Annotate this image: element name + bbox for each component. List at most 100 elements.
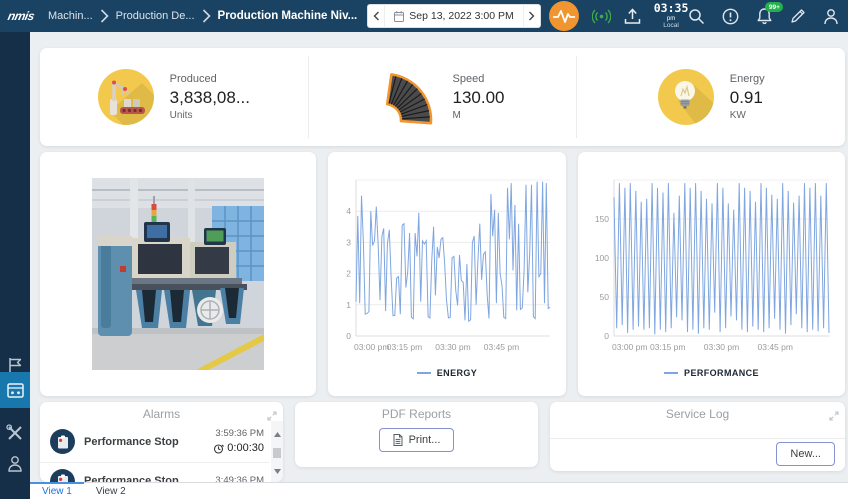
view-tab-bar: View 1 View 2 xyxy=(30,482,848,499)
alarm-time: 3:49:36 PM xyxy=(215,475,264,482)
user-icon[interactable] xyxy=(823,8,839,25)
scroll-up-icon[interactable] xyxy=(274,421,281,445)
sidebar-item-tools[interactable] xyxy=(0,420,30,446)
topbar-actions: 99+ xyxy=(688,7,848,25)
breadcrumb: Machin... Production De... Production Ma… xyxy=(48,9,357,23)
tab-view-1[interactable]: View 1 xyxy=(30,483,84,499)
date-text: Sep 13, 2022 3:00 PM xyxy=(409,10,514,22)
panel-title: Service Log xyxy=(550,402,845,421)
svg-text:0: 0 xyxy=(346,331,351,341)
gauge-icon xyxy=(381,68,437,126)
person-icon xyxy=(7,455,23,472)
alarm-duration: 0:00:30 xyxy=(227,441,264,456)
date-prev-button[interactable] xyxy=(367,4,384,28)
kpi-label: Energy xyxy=(730,73,765,85)
legend-label: ENERGY xyxy=(437,368,477,378)
svg-text:4: 4 xyxy=(346,206,351,216)
kpi-label: Produced xyxy=(170,73,250,85)
service-log-panel: Service Log New... xyxy=(550,402,845,471)
energy-chart-card: 0123403:00 pm03:15 pm03:30 pm03:45 pm EN… xyxy=(328,152,566,396)
alarms-scrollbar[interactable] xyxy=(271,421,283,482)
svg-text:03:45 pm: 03:45 pm xyxy=(758,342,793,352)
tab-view-2[interactable]: View 2 xyxy=(84,483,138,499)
robot-arm-icon xyxy=(98,69,154,125)
expand-icon[interactable] xyxy=(829,408,839,426)
alarms-panel: Alarms Performance Stop 3:59:36 PM 0:00:… xyxy=(40,402,283,482)
kpi-unit: Units xyxy=(170,110,250,121)
energy-chart: 0123403:00 pm03:15 pm03:30 pm03:45 pm xyxy=(336,172,558,364)
flag-icon xyxy=(7,357,23,374)
svg-text:03:30 pm: 03:30 pm xyxy=(435,342,470,352)
left-sidebar xyxy=(0,32,30,499)
performance-legend[interactable]: PERFORMANCE xyxy=(586,368,837,378)
kpi-value: 3,838,08... xyxy=(170,88,250,108)
svg-text:03:00 pm: 03:00 pm xyxy=(612,342,647,352)
divider xyxy=(550,438,845,439)
performance-chart: 05010015003:00 pm03:15 pm03:30 pm03:45 p… xyxy=(586,172,837,364)
breadcrumb-item-current[interactable]: Production Machine Niv... xyxy=(218,10,358,22)
alert-icon[interactable] xyxy=(722,8,739,25)
chevron-right-icon xyxy=(202,9,211,23)
alarm-clipboard-icon xyxy=(50,429,75,454)
print-button[interactable]: Print... xyxy=(379,428,455,452)
kpi-produced: Produced 3,838,08... Units xyxy=(40,48,308,146)
alarm-row[interactable]: Performance Stop 3:59:36 PM 0:00:30 xyxy=(40,422,270,463)
legend-label: PERFORMANCE xyxy=(684,368,759,378)
kpi-value: 0.91 xyxy=(730,88,765,108)
svg-text:03:15 pm: 03:15 pm xyxy=(387,342,422,352)
svg-text:03:45 pm: 03:45 pm xyxy=(484,342,519,352)
alarm-row[interactable]: Performance Stop 3:49:36 PM xyxy=(40,463,270,482)
svg-text:150: 150 xyxy=(595,214,609,224)
pdf-reports-panel: PDF Reports Print... xyxy=(295,402,538,467)
upload-icon[interactable] xyxy=(624,8,641,25)
clock-time: 03:35 xyxy=(654,3,689,15)
energy-legend[interactable]: ENERGY xyxy=(336,368,558,378)
svg-text:03:00 pm: 03:00 pm xyxy=(354,342,389,352)
top-bar: nmis Machin... Production De... Producti… xyxy=(0,0,848,32)
live-broadcast-icon[interactable] xyxy=(592,7,611,26)
machine-photo xyxy=(92,178,264,370)
performance-chart-card: 05010015003:00 pm03:15 pm03:30 pm03:45 p… xyxy=(578,152,845,396)
notifications-bell-icon[interactable]: 99+ xyxy=(756,7,773,25)
new-entry-button[interactable]: New... xyxy=(776,442,835,466)
search-icon[interactable] xyxy=(688,8,705,25)
chevron-right-icon xyxy=(100,9,109,23)
svg-text:03:30 pm: 03:30 pm xyxy=(704,342,739,352)
date-picker: Sep 13, 2022 3:00 PM xyxy=(367,4,541,28)
svg-text:50: 50 xyxy=(600,292,610,302)
date-next-button[interactable] xyxy=(524,4,541,28)
breadcrumb-item-machines[interactable]: Machin... xyxy=(48,10,93,22)
alarm-clipboard-icon xyxy=(50,469,75,482)
edit-pencil-icon[interactable] xyxy=(790,8,806,24)
alarm-label: Performance Stop xyxy=(84,475,206,482)
kpi-summary-card: Produced 3,838,08... Units Speed 130.00 … xyxy=(40,48,845,146)
local-clock: 03:35 pm Local xyxy=(654,3,689,29)
alarm-label: Performance Stop xyxy=(84,436,204,448)
svg-text:2: 2 xyxy=(346,269,351,279)
alarm-time: 3:59:36 PM xyxy=(213,428,264,441)
duration-icon xyxy=(213,443,224,454)
notification-count-badge: 99+ xyxy=(765,2,783,12)
svg-text:03:15 pm: 03:15 pm xyxy=(650,342,685,352)
calendar-icon xyxy=(394,11,404,22)
pulse-status-icon[interactable] xyxy=(549,1,579,31)
app-logo: nmis xyxy=(7,9,36,23)
clock-zone: Local xyxy=(654,23,689,30)
scroll-down-icon[interactable] xyxy=(274,458,281,482)
tools-icon xyxy=(6,424,24,442)
svg-text:1: 1 xyxy=(346,300,351,310)
sidebar-item-user[interactable] xyxy=(0,450,30,476)
kpi-value: 130.00 xyxy=(453,88,505,108)
alarm-list: Performance Stop 3:59:36 PM 0:00:30 Perf… xyxy=(40,422,270,482)
svg-text:0: 0 xyxy=(604,331,609,341)
new-button-label: New... xyxy=(790,448,821,460)
kpi-unit: KW xyxy=(730,110,765,121)
breadcrumb-item-department[interactable]: Production De... xyxy=(116,10,195,22)
date-value[interactable]: Sep 13, 2022 3:00 PM xyxy=(384,4,524,28)
legend-swatch xyxy=(417,372,431,374)
scrollbar-thumb[interactable] xyxy=(273,448,281,458)
sidebar-item-views[interactable] xyxy=(0,372,30,408)
views-icon xyxy=(7,383,24,398)
kpi-energy: Energy 0.91 KW xyxy=(577,48,845,146)
kpi-unit: M xyxy=(453,110,505,121)
